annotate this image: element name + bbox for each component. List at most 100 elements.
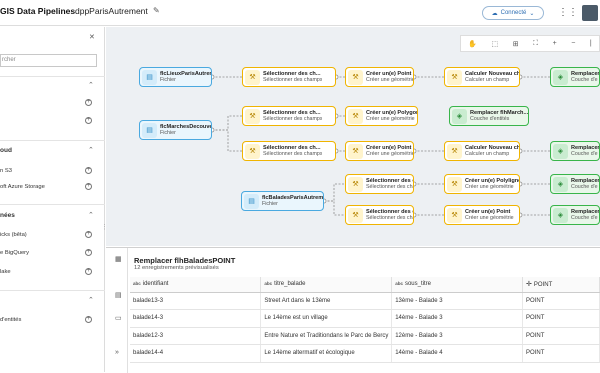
add-icon[interactable]: + [85, 316, 92, 323]
node-subtitle: Couche d'e [571, 151, 598, 157]
create-geometry-node[interactable]: ⚒ Créer un(e) Polygone Créer une géométrie [345, 106, 418, 126]
calculate-field-node[interactable]: ⚒ Calculer Nouveau ch... Calculer un champ [444, 67, 520, 87]
tool-icon: ⚒ [348, 143, 363, 159]
chevron-up-icon[interactable]: ⌃ [88, 146, 94, 154]
table-row[interactable]: balade14-3 Le 14ème est un village 14ème -… [130, 309, 600, 328]
node-subtitle: Couche d'e [571, 184, 598, 190]
table-icon[interactable]: ▦ [115, 255, 122, 263]
table-cell: 14ème - Balade 4 [391, 344, 524, 363]
pan-icon[interactable]: ✋ [468, 40, 477, 48]
geometry-type-icon: ✛ [526, 281, 532, 289]
source-node[interactable]: ▤ flcBaladesParisAutrem... Fichier [241, 191, 324, 211]
section-title: oud [0, 147, 12, 154]
column-header[interactable]: abc identifiant [130, 277, 262, 293]
text-type-icon: abc [133, 281, 141, 287]
preview-table: abc identifiant abc titre_balade abc sous_t… [130, 277, 600, 363]
tool-icon: ⚒ [447, 176, 462, 192]
map-icon[interactable]: ▤ [115, 291, 122, 299]
zoom-in-icon[interactable]: + [553, 40, 557, 47]
select-fields-node[interactable]: ⚒Sélectionner des ch...Sélectionner des … [242, 67, 336, 87]
add-icon[interactable]: + [85, 183, 92, 190]
node-subtitle: Créer une géométrie [366, 77, 413, 83]
output-node[interactable]: ◈ Remplacer flhMarch... Couche d'entités [449, 106, 529, 126]
pipeline-canvas[interactable]: ▤flcLieuxParisAutrem...Fichier ▤flcMarch… [106, 27, 600, 246]
text-type-icon: abc [264, 281, 273, 287]
file-icon: ▤ [142, 122, 157, 138]
list-item[interactable]: e BigQuery [0, 250, 29, 256]
layout-icon[interactable]: ⊞ [513, 40, 519, 48]
close-icon[interactable]: ✕ [89, 33, 95, 41]
project-name[interactable]: dppParisAutrement [75, 6, 148, 16]
table-row[interactable]: balade13-3 Street Art dans le 13ème 13ème … [130, 292, 600, 310]
search-input[interactable]: rcher [0, 54, 97, 67]
list-item[interactable]: d'entités [0, 317, 21, 323]
node-subtitle: Sélectionner des champs [366, 184, 413, 190]
list-item[interactable]: icks (bêta) [0, 232, 27, 238]
column-header[interactable]: abc sous_titre [391, 277, 524, 293]
select-icon[interactable]: ⬚ [492, 40, 499, 48]
node-subtitle: Créer une géométrie [366, 116, 415, 122]
connection-status-button[interactable]: ☁ Connecté ⌄ [482, 6, 544, 20]
select-fields-node[interactable]: ⚒Sélectionner des ch...Sélectionner des … [242, 106, 336, 126]
select-fields-node[interactable]: ⚒Sélectionner des ch...Sélectionner des … [345, 205, 414, 225]
node-subtitle: Calculer un champ [465, 151, 510, 157]
add-icon[interactable]: + [85, 268, 92, 275]
chevron-up-icon[interactable]: ⌃ [88, 296, 94, 304]
create-geometry-node[interactable]: ⚒ Créer un(e) Point Créer une géométrie [444, 205, 520, 225]
zoom-out-icon[interactable]: − [571, 40, 575, 47]
connection-status-label: Connecté [500, 10, 527, 16]
column-header[interactable]: ✛ POINT [522, 277, 600, 293]
expand-icon[interactable]: » [115, 349, 119, 356]
tool-icon: ⚒ [348, 176, 363, 192]
add-icon[interactable]: + [85, 249, 92, 256]
add-icon[interactable]: + [85, 231, 92, 238]
node-subtitle: Couche d'entités [470, 116, 510, 122]
column-header[interactable]: abc titre_balade [260, 277, 393, 293]
table-row[interactable]: balade14-4 Le 14ème altermatif et écologi… [130, 344, 600, 363]
output-node[interactable]: ◈ Remplacer Couche d'e [550, 141, 600, 161]
file-icon: ▤ [244, 193, 259, 209]
create-geometry-node[interactable]: ⚒ Créer un(e) Point Créer une géométrie [345, 141, 414, 161]
output-node[interactable]: ◈ Remplacer Couche d'e [550, 67, 600, 87]
list-item[interactable]: lake [0, 269, 11, 275]
add-icon[interactable]: + [85, 117, 92, 124]
tool-icon: ⚒ [245, 143, 260, 159]
calculate-field-node[interactable]: ⚒ Calculer Nouveau ch... Calculer un champ [444, 141, 520, 161]
section-databases: nées ⌃ icks (bêta) + e BigQuery + lake + [0, 204, 105, 284]
add-icon[interactable]: + [85, 167, 92, 174]
node-subtitle: Créer une géométrie [465, 215, 514, 221]
chevron-up-icon[interactable]: ⌃ [88, 81, 94, 89]
list-item[interactable]: oft Azure Storage [0, 184, 45, 190]
source-node[interactable]: ▤flcMarchesDecouver...Fichier [139, 120, 212, 140]
comment-icon[interactable]: ▭ [115, 314, 122, 322]
tool-icon: ⚒ [348, 108, 363, 124]
select-fields-node[interactable]: ⚒Sélectionner des ch...Sélectionner des … [242, 141, 336, 161]
select-fields-node[interactable]: ⚒Sélectionner des ch...Sélectionner des … [345, 174, 414, 194]
table-cell: 13ème - Balade 3 [391, 292, 524, 310]
section-1: ⌃ + + [0, 76, 105, 134]
table-row[interactable]: balade12-3 Entre Nature et Traditiondans … [130, 327, 600, 345]
node-subtitle: Couche d'e [571, 77, 598, 83]
source-node[interactable]: ▤flcLieuxParisAutrem...Fichier [139, 67, 212, 87]
table-cell: Street Art dans le 13ème [260, 292, 393, 310]
table-cell: 12ème - Balade 3 [391, 327, 524, 345]
chevron-up-icon[interactable]: ⌃ [88, 211, 94, 219]
create-geometry-node[interactable]: ⚒ Créer un(e) Point Créer une géométrie [345, 67, 414, 87]
section-title: nées [0, 212, 15, 219]
create-geometry-node[interactable]: ⚒ Créer un(e) Polyligne Créer une géométri… [444, 174, 520, 194]
table-cell: POINT [522, 292, 600, 310]
edit-icon[interactable]: ✎ [153, 6, 160, 15]
left-panel: ✕ rcher ⌃ + + oud ⌃ n S3 + oft Azure Sto… [0, 27, 108, 372]
output-node[interactable]: ◈ Remplacer Couche d'e [550, 174, 600, 194]
section-4: ⌃ d'entités + [0, 290, 105, 330]
output-node[interactable]: ◈ Remplacer Couche d'e [550, 205, 600, 225]
layer-icon: ◈ [553, 143, 568, 159]
fit-icon[interactable]: ⛶ [533, 40, 538, 48]
cloud-icon: ☁ [491, 10, 498, 17]
list-item[interactable]: n S3 [0, 168, 12, 174]
node-subtitle: Sélectionner des champs [263, 116, 323, 122]
layer-icon: ◈ [553, 176, 568, 192]
add-icon[interactable]: + [85, 99, 92, 106]
avatar[interactable] [582, 5, 598, 21]
top-bar: GIS Data Pipelines dppParisAutrement ✎ ☁… [0, 0, 600, 26]
